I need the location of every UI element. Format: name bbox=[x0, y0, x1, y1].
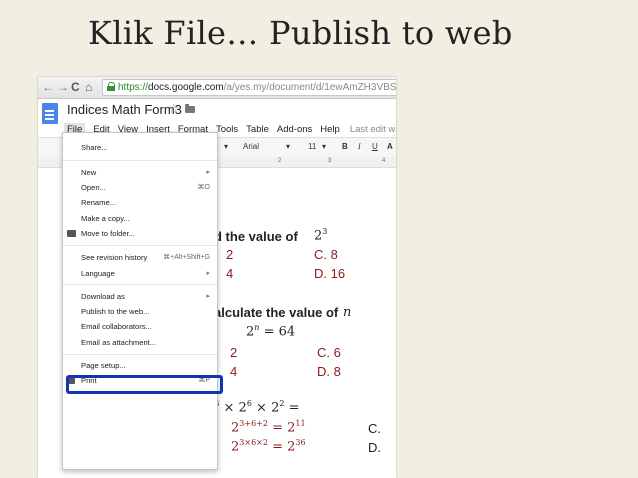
menu-separator bbox=[63, 160, 217, 161]
q1-option-d: D. 16 bbox=[314, 266, 346, 281]
menu-item-page-setup[interactable]: Page setup... bbox=[81, 361, 126, 370]
menu-item-email-attachment[interactable]: Email as attachment... bbox=[81, 338, 156, 347]
q1-option-b: 4 bbox=[226, 266, 234, 281]
menu-tools[interactable]: Tools bbox=[216, 124, 238, 135]
menu-separator bbox=[63, 284, 217, 285]
q2-option-a: 2 bbox=[230, 345, 238, 360]
url-scheme: https:// bbox=[118, 82, 149, 93]
menu-item-language[interactable]: Language bbox=[81, 269, 115, 278]
menu-item-rename[interactable]: Rename... bbox=[81, 198, 116, 207]
back-icon[interactable]: ← bbox=[42, 80, 54, 94]
slide-title: Klik File… Publish to web bbox=[88, 14, 513, 52]
last-edit-link[interactable]: Last edit was on Octob bbox=[350, 124, 396, 135]
address-bar[interactable]: https://docs.google.com/a/yes.my/documen… bbox=[102, 79, 396, 96]
menu-addons[interactable]: Add-ons bbox=[277, 124, 312, 135]
menu-item-make-copy[interactable]: Make a copy... bbox=[81, 214, 130, 223]
folder-icon bbox=[67, 230, 76, 237]
q3-option-b-math: 23×6×2 = 236 bbox=[231, 438, 306, 455]
docs-logo-icon[interactable] bbox=[42, 103, 58, 124]
q1-option-c: C. 8 bbox=[314, 247, 338, 262]
reload-icon[interactable]: C bbox=[71, 80, 80, 94]
q3-option-a-math: 23+6+2 = 211 bbox=[231, 419, 306, 436]
question-2-text: alculate the value of bbox=[214, 305, 339, 320]
docs-screenshot: ← → C ⌂ https://docs.google.com/a/yes.my… bbox=[38, 77, 396, 478]
menu-item-publish-to-web[interactable]: Publish to the web... bbox=[81, 307, 149, 316]
font-size-dropdown[interactable]: 11 bbox=[308, 142, 316, 151]
menu-item-share[interactable]: Share... bbox=[81, 143, 108, 152]
font-size-arrow[interactable]: ▾ bbox=[322, 142, 326, 151]
italic-button[interactable]: I bbox=[358, 142, 361, 151]
question-1-expression: 23 bbox=[314, 227, 328, 244]
q2-option-b: 4 bbox=[230, 364, 238, 379]
folder-icon[interactable] bbox=[185, 104, 195, 113]
menu-item-move-to-folder[interactable]: Move to folder... bbox=[81, 229, 135, 238]
text-color-button[interactable]: A bbox=[387, 142, 393, 151]
publish-highlight-box bbox=[66, 375, 223, 394]
ruler-mark: 4 bbox=[382, 158, 386, 164]
question-1-text: d the value of bbox=[214, 229, 298, 244]
url-path: /a/yes.my/document/d/1ewAmZH3VBSCl3-g bbox=[223, 82, 396, 93]
menu-item-open[interactable]: Open... bbox=[81, 183, 106, 192]
q3-option-d: D. bbox=[368, 440, 381, 455]
menu-help[interactable]: Help bbox=[320, 124, 340, 135]
revision-shortcut: ⌘+Alt+Shift+G bbox=[163, 254, 210, 261]
question-2-variable: n bbox=[343, 305, 352, 320]
q2-option-d: D. 8 bbox=[317, 364, 341, 379]
q1-option-a: 2 bbox=[226, 247, 234, 262]
menu-item-download-as[interactable]: Download as bbox=[81, 292, 125, 301]
font-dropdown[interactable]: Arial bbox=[243, 142, 259, 151]
font-dropdown-arrow[interactable]: ▾ bbox=[286, 142, 290, 151]
menu-separator bbox=[63, 245, 217, 246]
question-2-equation: 2n = 64 bbox=[246, 323, 296, 340]
menu-table[interactable]: Table bbox=[246, 124, 269, 135]
document-title[interactable]: Indices Math Form3 bbox=[67, 102, 182, 117]
browser-toolbar: ← → C ⌂ https://docs.google.com/a/yes.my… bbox=[38, 77, 396, 99]
underline-button[interactable]: U bbox=[372, 142, 378, 151]
menu-separator bbox=[63, 354, 217, 355]
star-icon[interactable]: ☆ bbox=[168, 101, 180, 117]
bold-button[interactable]: B bbox=[342, 142, 348, 151]
style-dropdown-arrow[interactable]: ▾ bbox=[224, 142, 228, 151]
home-icon[interactable]: ⌂ bbox=[85, 80, 92, 94]
question-3-expression: 23 × 26 × 22 = bbox=[206, 399, 300, 416]
ruler-mark: 2 bbox=[278, 158, 282, 164]
menu-item-revision-history[interactable]: See revision history bbox=[81, 253, 147, 262]
file-menu-dropdown: Share... New ▸ Open... ⌘O Rename... Make… bbox=[62, 132, 218, 470]
q3-option-c: C. bbox=[368, 421, 381, 436]
submenu-arrow-icon: ▸ bbox=[206, 293, 210, 300]
submenu-arrow-icon: ▸ bbox=[206, 169, 210, 176]
ruler-mark: 3 bbox=[328, 158, 332, 164]
forward-icon[interactable]: → bbox=[57, 80, 69, 94]
submenu-arrow-icon: ▸ bbox=[206, 270, 210, 277]
url-host: docs.google.com bbox=[148, 82, 224, 93]
menu-item-email-collaborators[interactable]: Email collaborators... bbox=[81, 322, 152, 331]
lock-icon bbox=[107, 82, 115, 91]
menu-item-new[interactable]: New bbox=[81, 168, 96, 177]
q2-option-c: C. 6 bbox=[317, 345, 341, 360]
open-shortcut: ⌘O bbox=[197, 184, 210, 191]
